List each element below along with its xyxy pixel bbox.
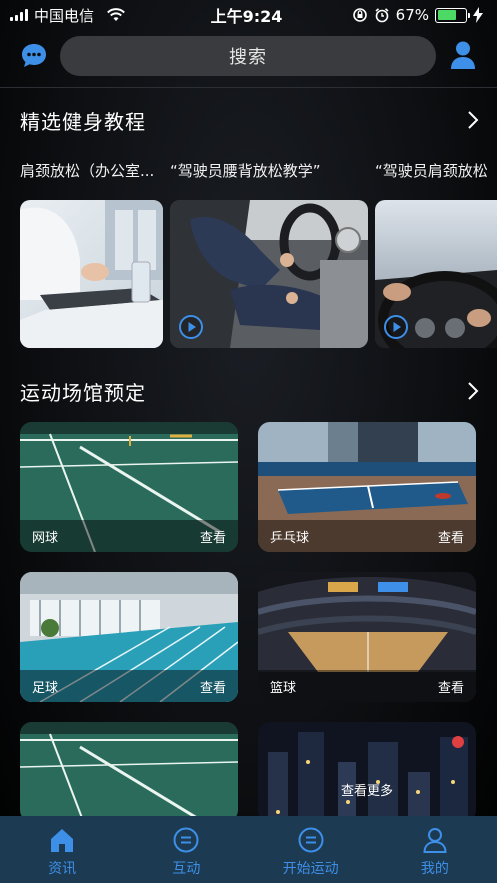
- alarm-icon: [375, 8, 389, 23]
- battery-icon: [435, 7, 470, 23]
- tab-label: 资讯: [48, 861, 77, 877]
- venue-card[interactable]: [20, 722, 238, 822]
- tab-news[interactable]: 资讯: [0, 816, 124, 883]
- venues-section-header[interactable]: 运动场馆预定: [20, 376, 480, 406]
- venue-card[interactable]: 篮球 查看: [258, 572, 476, 702]
- venue-card[interactable]: 乒乓球 查看: [258, 422, 476, 552]
- tab-label: 开始运动: [282, 861, 339, 877]
- tutorial-thumbnail[interactable]: [170, 200, 368, 348]
- tab-label: 互动: [172, 861, 201, 877]
- status-time: 上午9:24: [210, 7, 283, 26]
- venue-name: 网球: [32, 530, 59, 546]
- venue-card[interactable]: 足球 查看: [20, 572, 238, 702]
- chat-icon: [173, 827, 199, 853]
- tab-mine[interactable]: 我的: [373, 816, 497, 883]
- play-icon[interactable]: [178, 314, 204, 340]
- tab-label: 我的: [420, 861, 449, 877]
- venues-title: 运动场馆预定: [20, 380, 146, 405]
- venue-name: 篮球: [270, 680, 297, 696]
- status-left: 中国电信: [10, 5, 180, 26]
- tutorial-title: 肩颈放松（办公室...: [20, 162, 155, 180]
- tutorials-title: 精选健身教程: [20, 109, 146, 134]
- venue-info-bar: 网球 查看: [20, 520, 238, 552]
- battery-percent: 67%: [395, 6, 429, 24]
- venue-info-bar: 足球 查看: [20, 670, 238, 702]
- wifi-icon: [107, 8, 125, 21]
- search-label: 搜索: [229, 47, 267, 68]
- view-link[interactable]: 查看: [200, 677, 226, 696]
- venue-info-bar: 篮球 查看: [258, 670, 476, 702]
- search-bar[interactable]: 搜索: [60, 36, 436, 76]
- chat-icon: [298, 827, 324, 853]
- venue-name: 乒乓球: [270, 530, 310, 546]
- bottom-tab-bar: 资讯 互动 开始运动 我的: [0, 816, 497, 883]
- carrier-label: 中国电信: [34, 6, 95, 25]
- venue-card[interactable]: 网球 查看: [20, 422, 238, 552]
- signal-icon: [10, 9, 28, 21]
- view-link[interactable]: 查看: [438, 677, 464, 696]
- tab-start-exercise[interactable]: 开始运动: [249, 816, 373, 883]
- app-screen: 中国电信 上午9:24 67% 搜索 精选健身教程 肩颈放松（办公室... “驾…: [0, 0, 497, 883]
- battery-level: [437, 10, 456, 20]
- tutorial-title: “驾驶员腰背放松教学”: [170, 162, 321, 180]
- orientation-lock-icon: [352, 8, 367, 22]
- view-more-link[interactable]: 查看更多: [258, 722, 476, 822]
- view-link[interactable]: 查看: [438, 527, 464, 546]
- user-icon: [423, 828, 447, 853]
- tutorials-section-header[interactable]: 精选健身教程: [20, 105, 480, 135]
- tutorial-card[interactable]: “驾驶员腰背放松教学”: [170, 160, 370, 348]
- message-icon[interactable]: [20, 42, 48, 70]
- tutorial-thumbnail[interactable]: [20, 200, 163, 348]
- tutorial-card[interactable]: “驾驶员肩颈放松: [375, 160, 497, 348]
- home-icon: [51, 829, 74, 852]
- status-bar: 中国电信 上午9:24 67%: [0, 0, 497, 30]
- chevron-right-icon[interactable]: [466, 110, 480, 130]
- profile-icon[interactable]: [449, 40, 477, 70]
- tutorial-thumbnail[interactable]: [375, 200, 497, 348]
- court-photo: [20, 722, 238, 822]
- view-more-card[interactable]: 查看更多: [258, 722, 476, 822]
- chevron-right-icon[interactable]: [466, 381, 480, 401]
- office-photo: [20, 200, 163, 348]
- view-link[interactable]: 查看: [200, 527, 226, 546]
- venue-info-bar: 乒乓球 查看: [258, 520, 476, 552]
- tutorial-card[interactable]: 肩颈放松（办公室...: [20, 160, 165, 348]
- venue-name: 足球: [32, 680, 59, 696]
- top-header: 搜索: [0, 34, 497, 78]
- tutorial-title: “驾驶员肩颈放松: [375, 162, 488, 180]
- tab-interact[interactable]: 互动: [124, 816, 248, 883]
- status-right: 67%: [313, 6, 483, 24]
- header-divider: [0, 87, 497, 88]
- charging-icon: [473, 7, 483, 23]
- play-icon[interactable]: [383, 314, 409, 340]
